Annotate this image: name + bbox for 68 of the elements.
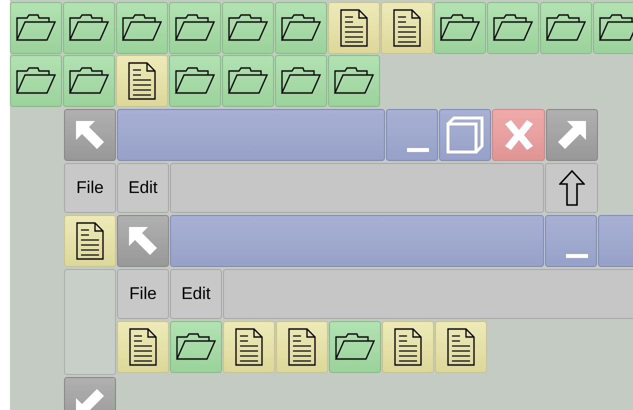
file-tile[interactable] bbox=[276, 321, 328, 373]
minimize-icon bbox=[566, 254, 588, 258]
folder-tile[interactable] bbox=[328, 55, 380, 107]
folder-tile[interactable] bbox=[434, 2, 486, 54]
folder-tile[interactable] bbox=[169, 55, 221, 107]
arrow-icon bbox=[126, 224, 160, 258]
up-button[interactable] bbox=[545, 163, 598, 213]
arrow-icon bbox=[73, 118, 107, 152]
folder-tile[interactable] bbox=[487, 2, 539, 54]
folder-icon bbox=[546, 14, 586, 42]
document-icon bbox=[288, 328, 316, 366]
file-tile[interactable] bbox=[117, 321, 169, 373]
folder-tile[interactable] bbox=[593, 2, 633, 54]
folder-icon bbox=[16, 67, 56, 95]
folder-icon bbox=[281, 14, 321, 42]
folder-icon bbox=[228, 67, 268, 95]
document-icon bbox=[129, 328, 157, 366]
folder-icon bbox=[175, 67, 215, 95]
file-tile[interactable] bbox=[435, 321, 487, 373]
folder-tile[interactable] bbox=[170, 321, 222, 373]
file-tile[interactable] bbox=[381, 2, 433, 54]
folder-tile[interactable] bbox=[63, 2, 115, 54]
folder-icon bbox=[122, 14, 162, 42]
document-icon bbox=[235, 328, 263, 366]
document-icon bbox=[447, 328, 475, 366]
folder-tile[interactable] bbox=[329, 321, 381, 373]
minimize-icon bbox=[407, 148, 429, 152]
folder-icon bbox=[176, 333, 216, 361]
document-icon bbox=[393, 9, 421, 47]
folder-tile[interactable] bbox=[10, 55, 62, 107]
file-tile[interactable] bbox=[328, 2, 380, 54]
maximize-button[interactable] bbox=[439, 109, 491, 161]
folder-icon bbox=[175, 14, 215, 42]
file-tile[interactable] bbox=[223, 321, 275, 373]
menu-item[interactable]: Edit bbox=[117, 163, 169, 213]
folder-tile[interactable] bbox=[222, 55, 274, 107]
file-tile[interactable] bbox=[382, 321, 434, 373]
folder-icon bbox=[69, 14, 109, 42]
folder-icon bbox=[493, 14, 533, 42]
folder-icon bbox=[334, 67, 374, 95]
folder-tile[interactable] bbox=[10, 2, 62, 54]
folder-tile[interactable] bbox=[222, 2, 274, 54]
file-tile[interactable] bbox=[116, 55, 168, 107]
menu-item[interactable]: Edit bbox=[170, 269, 222, 319]
maximize-icon bbox=[446, 116, 484, 154]
document-icon bbox=[394, 328, 422, 366]
document-icon bbox=[340, 9, 368, 47]
folder-tile[interactable] bbox=[540, 2, 592, 54]
folder-tile[interactable] bbox=[275, 55, 327, 107]
arrow-icon bbox=[73, 386, 107, 410]
folder-tile[interactable] bbox=[116, 2, 168, 54]
minimize-button[interactable] bbox=[386, 109, 438, 161]
document-icon bbox=[76, 222, 104, 260]
folder-icon bbox=[281, 67, 321, 95]
folder-icon bbox=[228, 14, 268, 42]
folder-icon bbox=[599, 14, 633, 42]
document-icon bbox=[128, 62, 156, 100]
folder-icon bbox=[335, 333, 375, 361]
up-arrow-icon bbox=[558, 170, 584, 206]
menu-item[interactable]: File bbox=[117, 269, 169, 319]
folder-tile[interactable] bbox=[63, 55, 115, 107]
folder-icon bbox=[69, 67, 109, 95]
file-tile[interactable] bbox=[64, 215, 116, 267]
folder-icon bbox=[440, 14, 480, 42]
menu-item[interactable]: File bbox=[64, 163, 116, 213]
folder-tile[interactable] bbox=[275, 2, 327, 54]
folder-tile[interactable] bbox=[169, 2, 221, 54]
folder-icon bbox=[16, 14, 56, 42]
